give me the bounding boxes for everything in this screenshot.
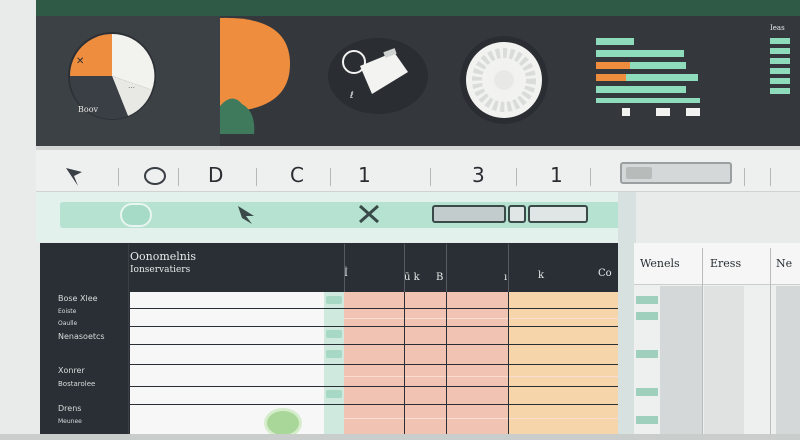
side-col-header[interactable]: Wenels — [640, 257, 680, 270]
toolbar-separator — [256, 168, 257, 186]
grid-line — [508, 292, 509, 436]
toolbar-separator — [516, 168, 517, 186]
grid-line — [130, 326, 618, 327]
toggle-icon[interactable]: ℓ — [324, 36, 434, 116]
toolbar-item-1b[interactable]: 1 — [550, 163, 563, 187]
toggle-knob[interactable] — [120, 203, 152, 227]
search-field-knob — [626, 167, 652, 179]
side-col-header[interactable]: Eress — [710, 257, 741, 270]
status-badge — [326, 390, 342, 398]
header-divider — [404, 244, 405, 292]
pie-chart-icon[interactable]: ✕ Boov … — [56, 26, 168, 126]
grid-line — [130, 344, 618, 345]
header-divider — [508, 244, 509, 292]
svg-text:✕: ✕ — [76, 56, 84, 67]
toolbar-separator — [330, 168, 331, 186]
row-label: Nenasoetcs — [58, 332, 105, 341]
status-badge — [326, 350, 342, 358]
side-row-marker — [636, 388, 658, 396]
mini-legend-label: Ieas — [770, 24, 785, 32]
grid-line — [130, 308, 618, 309]
side-row-marker — [636, 312, 658, 320]
toolbar-item-3[interactable]: 3 — [472, 163, 485, 187]
toolbar-search-field[interactable] — [620, 162, 732, 184]
status-badge — [326, 330, 342, 338]
dial-icon[interactable] — [454, 30, 554, 130]
bar-chart-icon[interactable] — [596, 34, 720, 120]
orange-chart-icon — [220, 17, 290, 134]
status-badge — [326, 296, 342, 304]
col-header[interactable]: ı — [504, 272, 507, 283]
row-label: Meunee — [58, 418, 82, 425]
row-label: Eoiste — [58, 308, 77, 315]
side-column-divider — [702, 248, 703, 436]
col-header[interactable]: k — [538, 270, 544, 281]
range-slider-handle[interactable] — [508, 205, 526, 223]
toolbar-separator — [178, 168, 179, 186]
toolbar-separator — [770, 168, 771, 186]
pin-icon[interactable] — [234, 204, 258, 226]
range-slider-right[interactable] — [528, 205, 588, 223]
pointer-icon[interactable] — [64, 166, 90, 188]
row-label: Bostarolee — [58, 380, 96, 388]
row-label: Oaulle — [58, 320, 78, 327]
header-divider — [344, 244, 345, 292]
col-header[interactable]: Co — [598, 268, 612, 279]
svg-text:Boov: Boov — [78, 105, 99, 114]
top-accent-bar — [36, 0, 800, 16]
grid-line — [130, 404, 618, 405]
side-row-marker — [636, 296, 658, 304]
col-header[interactable]: ū k — [404, 272, 420, 283]
footer-bar — [0, 434, 800, 440]
table-title: Oonomelnis — [130, 250, 197, 263]
side-column-fill — [660, 286, 702, 436]
side-row-marker — [636, 350, 658, 358]
toolbar-separator — [118, 168, 119, 186]
close-icon[interactable] — [356, 202, 382, 226]
grid-line — [130, 364, 618, 365]
toolbar-separator — [430, 168, 431, 186]
grid-line — [404, 292, 405, 436]
column-divider — [128, 244, 129, 436]
range-slider-left[interactable] — [432, 205, 506, 223]
side-column-divider — [770, 248, 771, 436]
side-column-fill — [704, 286, 744, 436]
ellipse-icon[interactable] — [142, 166, 168, 186]
grid-line — [344, 376, 618, 377]
table-subtitle: Ionservatiers — [130, 265, 191, 275]
row-label: Bose Xlee — [58, 294, 98, 303]
toolbar-item-c[interactable]: C — [290, 163, 304, 187]
grid-line — [446, 292, 447, 436]
toolbar-item-d[interactable]: D — [208, 163, 223, 187]
header-divider — [446, 244, 447, 292]
col-header[interactable]: B — [436, 272, 443, 283]
row-label: Xonrer — [58, 366, 85, 375]
toolbar-item-1[interactable]: 1 — [358, 163, 371, 187]
side-col-header[interactable]: Ne — [776, 257, 792, 270]
svg-text:…: … — [128, 82, 135, 90]
row-label: Drens — [58, 404, 82, 413]
toolbar-separator — [744, 168, 745, 186]
grid-line — [130, 386, 618, 387]
side-column-fill — [776, 286, 800, 436]
side-row-marker — [636, 416, 658, 424]
grid-line — [344, 418, 618, 419]
toolbar-separator — [590, 168, 591, 186]
mini-legend: Ieas — [770, 24, 800, 120]
grid-line — [344, 318, 618, 319]
svg-text:ℓ: ℓ — [349, 91, 354, 101]
